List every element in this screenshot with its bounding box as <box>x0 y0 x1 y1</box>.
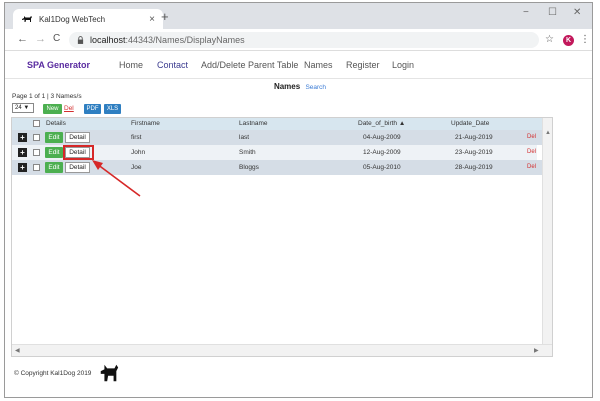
search-link[interactable]: Search <box>305 84 326 91</box>
brand-link[interactable]: SPA Generator <box>27 60 90 70</box>
address-bar[interactable]: localhost:44343/Names/DisplayNames <box>69 32 539 48</box>
cell-date-of-birth: 05-Aug-2010 <box>363 164 401 171</box>
expand-row-button[interactable]: + <box>18 163 27 172</box>
header-firstname[interactable]: Firstname <box>131 120 160 127</box>
tab-close-icon[interactable]: × <box>149 14 155 25</box>
profile-avatar[interactable]: K <box>563 35 574 46</box>
header-update-date[interactable]: Update_Date <box>451 120 489 127</box>
cell-date-of-birth: 04-Aug-2009 <box>363 134 401 141</box>
table-row: + Edit Detail Joe Bloggs 05-Aug-2010 28-… <box>12 160 542 175</box>
cell-update-date: 23-Aug-2019 <box>455 149 493 156</box>
row-delete-link[interactable]: Del <box>527 164 536 170</box>
back-arrow-icon[interactable]: ← <box>17 33 28 45</box>
nav-register[interactable]: Register <box>346 60 380 70</box>
expand-row-button[interactable]: + <box>18 133 27 142</box>
cell-update-date: 21-Aug-2019 <box>455 134 493 141</box>
nav-add-delete-parent-table[interactable]: Add/Delete Parent Table <box>201 60 298 70</box>
maximize-icon[interactable]: ☐ <box>548 7 557 18</box>
browser-menu-icon[interactable]: ⋮ <box>580 34 590 45</box>
page-size-select[interactable]: 24 ▼ <box>12 103 34 113</box>
cell-firstname: first <box>131 134 142 141</box>
cell-firstname: Joe <box>131 164 142 171</box>
xls-export-button[interactable]: XLS <box>104 104 121 114</box>
app-navbar: SPA Generator Home Contact Add/Delete Pa… <box>5 51 592 79</box>
new-tab-button[interactable]: + <box>161 10 169 24</box>
scroll-right-icon[interactable]: ▶ <box>534 347 539 354</box>
cell-lastname: Bloggs <box>239 164 259 171</box>
header-lastname[interactable]: Lastname <box>239 120 268 127</box>
nav-login[interactable]: Login <box>392 60 414 70</box>
edit-button[interactable]: Edit <box>45 132 63 143</box>
new-button[interactable]: New <box>43 104 62 114</box>
vertical-scrollbar[interactable]: ▲ <box>542 118 552 344</box>
reload-icon[interactable]: C <box>53 33 60 44</box>
nav-contact[interactable]: Contact <box>157 60 188 70</box>
page-heading: Names Search <box>0 82 600 91</box>
cell-lastname: Smith <box>239 149 256 156</box>
url-text: localhost:44343/Names/DisplayNames <box>90 35 245 45</box>
edit-button[interactable]: Edit <box>45 162 63 173</box>
row-checkbox[interactable] <box>33 164 40 171</box>
cell-date-of-birth: 12-Aug-2009 <box>363 149 401 156</box>
header-date-of-birth[interactable]: Date_of_birth ▲ <box>358 120 405 127</box>
cell-lastname: last <box>239 134 250 141</box>
edit-button[interactable]: Edit <box>45 147 63 158</box>
horizontal-scrollbar[interactable]: ◀ ▶ <box>12 344 552 356</box>
scroll-up-icon[interactable]: ▲ <box>545 130 551 136</box>
page-title: Names <box>273 82 301 91</box>
highlight-annotation-box <box>63 145 94 160</box>
row-delete-link[interactable]: Del <box>527 134 536 140</box>
cell-update-date: 28-Aug-2019 <box>455 164 493 171</box>
pdf-export-button[interactable]: PDF <box>84 104 101 114</box>
detail-button[interactable]: Detail <box>65 162 90 173</box>
browser-tab[interactable]: Kal1Dog WebTech × <box>13 9 163 29</box>
lock-icon <box>77 36 84 44</box>
cell-firstname: John <box>131 149 146 156</box>
select-all-checkbox[interactable] <box>33 120 40 127</box>
expand-row-button[interactable]: + <box>18 148 27 157</box>
row-checkbox[interactable] <box>33 149 40 156</box>
forward-arrow-icon[interactable]: → <box>35 33 46 45</box>
footer-copyright: © Copyright Kal1Dog 2019 <box>14 370 92 377</box>
pager-info: Page 1 of 1 | 3 Names/s <box>12 93 82 100</box>
minimize-icon[interactable]: − <box>523 7 529 18</box>
delete-link[interactable]: Del <box>64 104 74 114</box>
header-details: Details <box>46 120 66 127</box>
dog-favicon-icon <box>22 16 32 22</box>
nav-names[interactable]: Names <box>304 60 333 70</box>
grid-header: Details Firstname Lastname Date_of_birth… <box>12 118 542 130</box>
close-window-icon[interactable]: ✕ <box>573 7 581 18</box>
detail-button[interactable]: Detail <box>65 132 90 143</box>
url-path: :44343/Names/DisplayNames <box>125 35 245 45</box>
bookmark-star-icon[interactable]: ☆ <box>545 34 554 45</box>
tab-strip: Kal1Dog WebTech × + − ☐ ✕ <box>5 3 592 29</box>
tab-title: Kal1Dog WebTech <box>39 14 106 24</box>
row-checkbox[interactable] <box>33 134 40 141</box>
scroll-left-icon[interactable]: ◀ <box>15 347 20 354</box>
dog-logo-icon <box>100 364 119 382</box>
row-delete-link[interactable]: Del <box>527 149 536 155</box>
nav-home[interactable]: Home <box>119 60 143 70</box>
url-host: localhost <box>90 35 126 45</box>
table-row: + Edit Detail first last 04-Aug-2009 21-… <box>12 130 542 145</box>
browser-toolbar: ← → C localhost:44343/Names/DisplayNames… <box>5 29 592 51</box>
